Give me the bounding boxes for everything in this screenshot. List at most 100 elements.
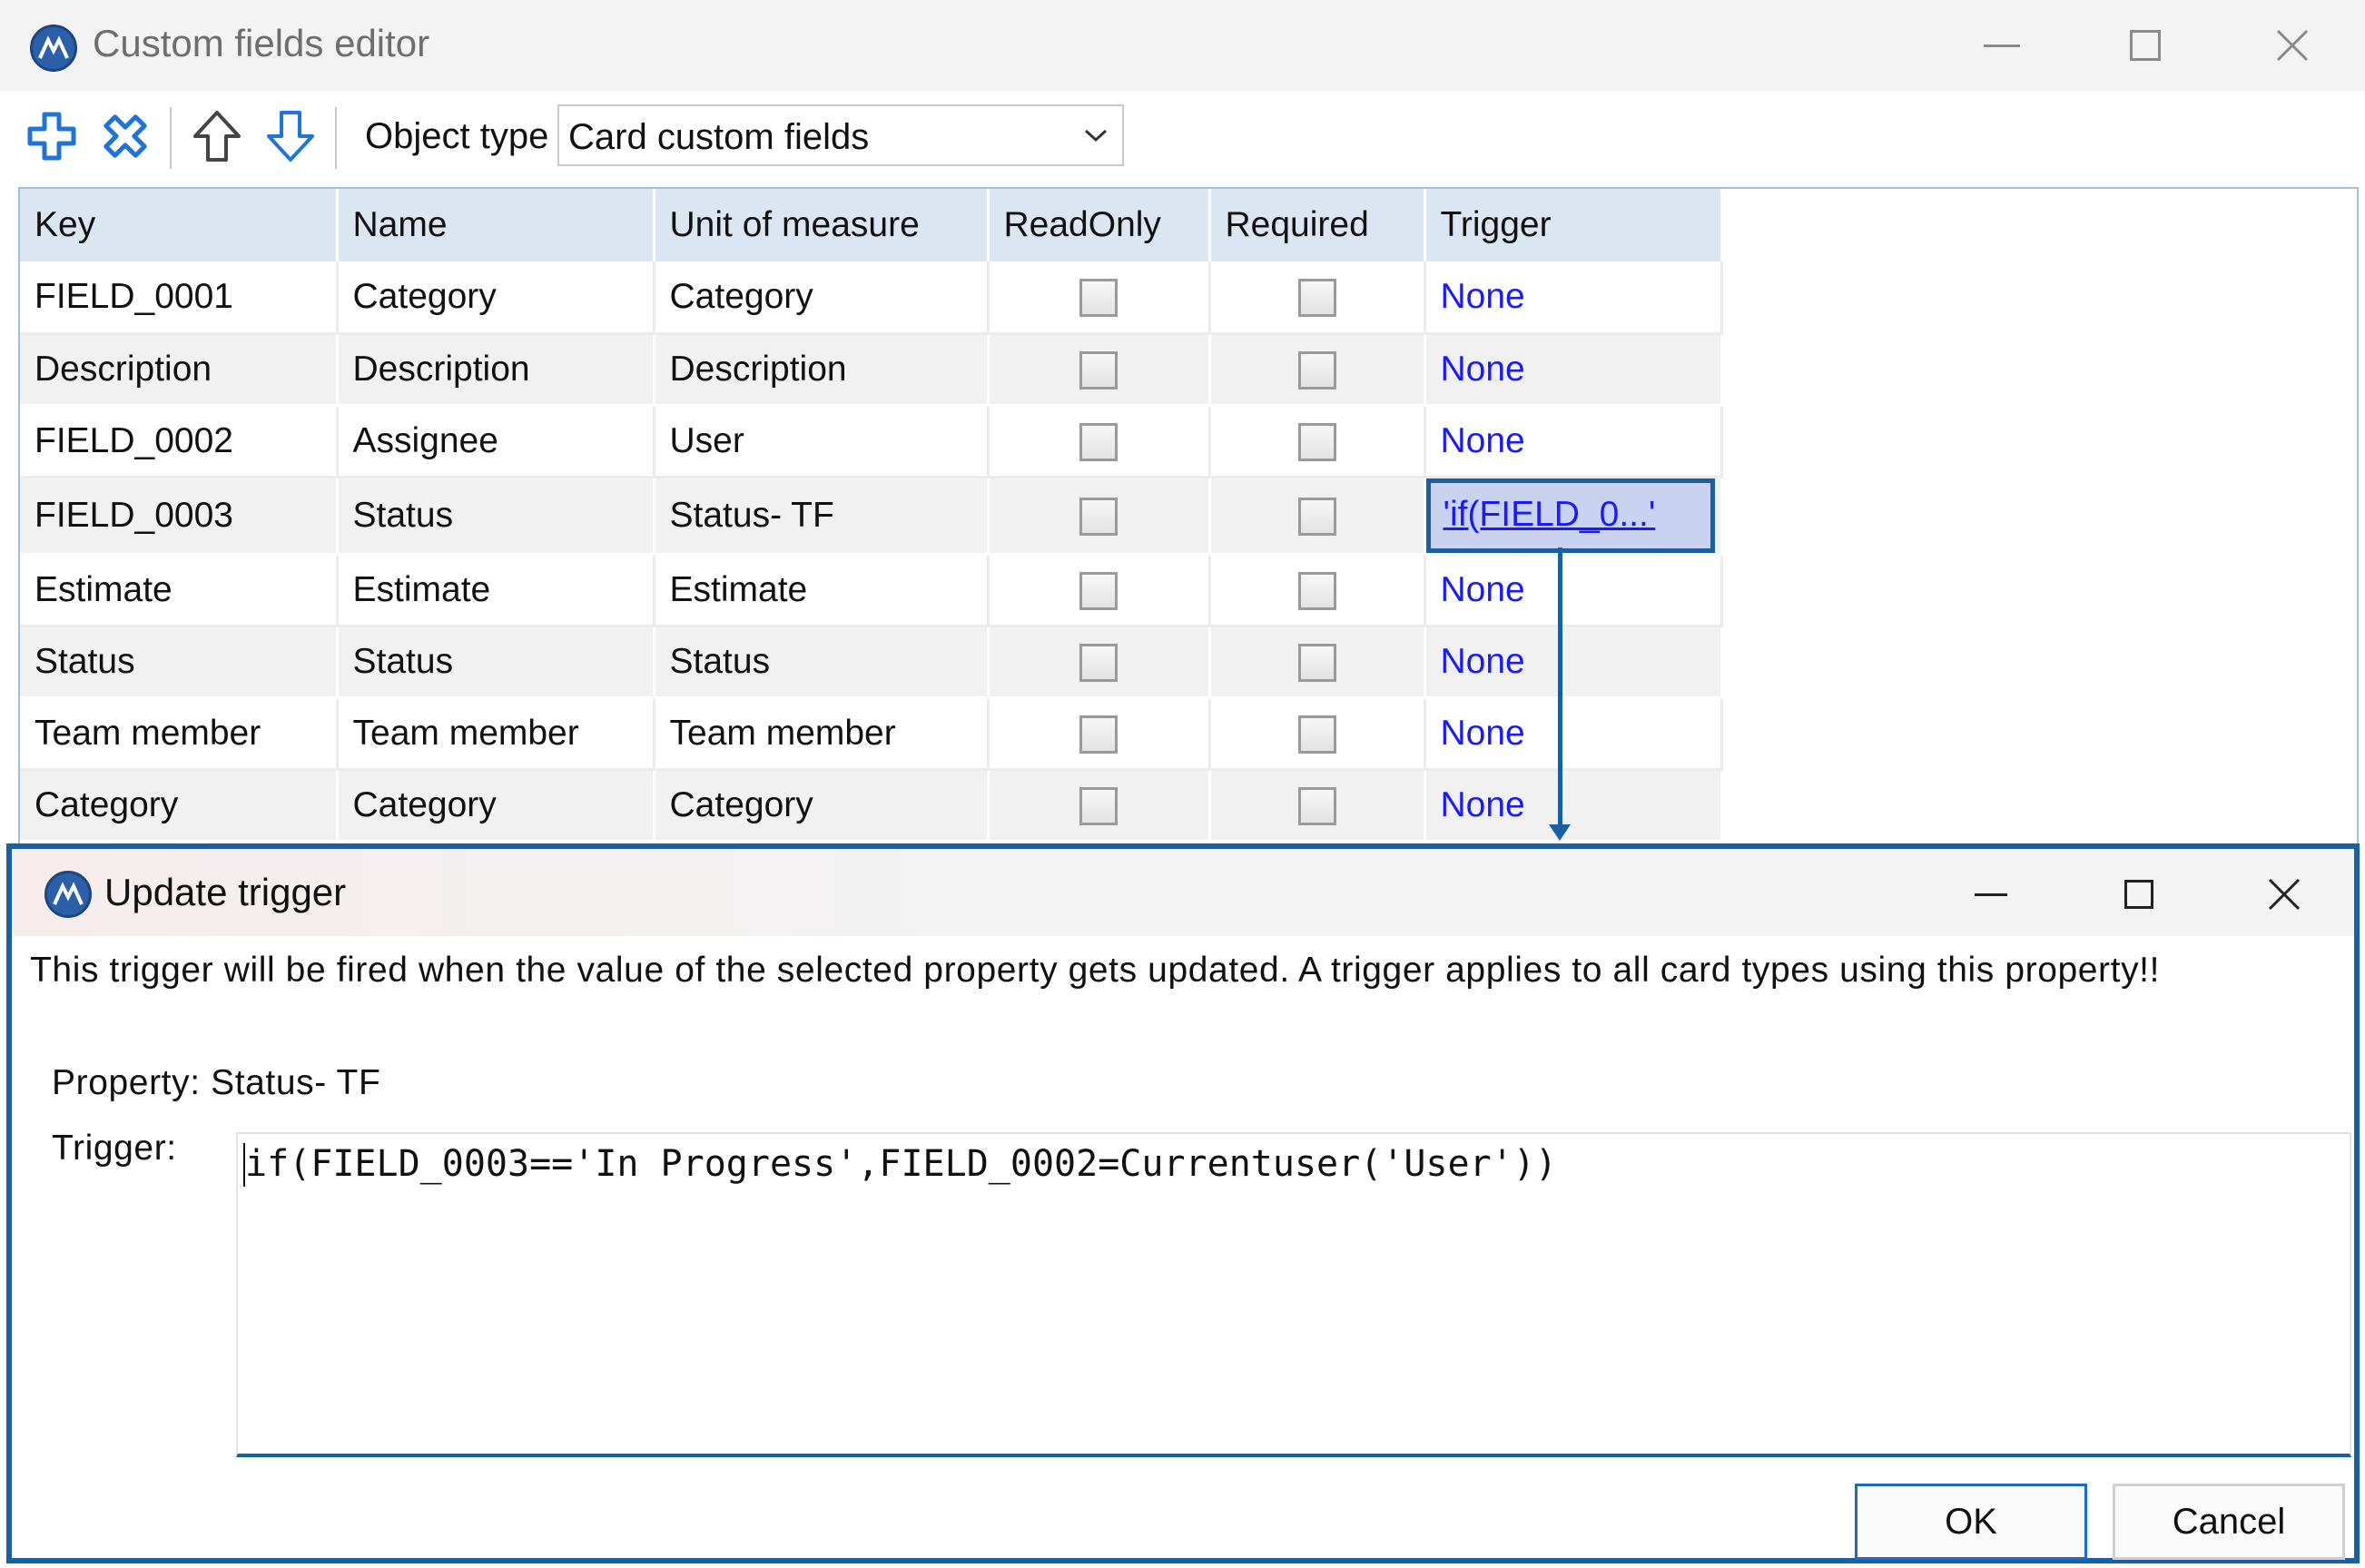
readonly-checkbox[interactable]: [1079, 422, 1118, 461]
custom-fields-editor-window: Custom fields editor Object type Card cu…: [0, 0, 2365, 1568]
cell-unit[interactable]: Category: [654, 261, 990, 335]
cell-unit[interactable]: Category: [654, 769, 990, 843]
readonly-checkbox[interactable]: [1079, 643, 1118, 682]
dialog-close-button[interactable]: [2216, 858, 2352, 931]
delete-field-button[interactable]: [98, 107, 153, 165]
readonly-checkbox[interactable]: [1079, 715, 1118, 754]
column-header-readonly[interactable]: ReadOnly: [988, 189, 1211, 261]
cell-key[interactable]: Team member: [20, 697, 339, 771]
cell-trigger[interactable]: None: [1424, 405, 1723, 478]
maximize-button[interactable]: [2077, 9, 2213, 82]
cell-readonly: [988, 477, 1211, 556]
cell-unit[interactable]: Status- TF: [654, 477, 990, 556]
dialog-title: Update trigger: [104, 871, 347, 913]
trigger-expression-text: if(FIELD_0003=='In Progress',FIELD_0002=…: [245, 1143, 1557, 1185]
required-checkbox[interactable]: [1297, 643, 1336, 682]
object-type-value: Card custom fields: [568, 117, 870, 157]
column-header-required[interactable]: Required: [1209, 189, 1426, 261]
trigger-link[interactable]: 'if(FIELD_0...': [1425, 478, 1715, 551]
required-checkbox[interactable]: [1297, 497, 1336, 536]
toolbar: [0, 91, 2365, 186]
cell-readonly: [988, 626, 1211, 699]
object-type-dropdown[interactable]: Card custom fields: [557, 104, 1124, 166]
table-row[interactable]: FIELD_0003 Status Status- TF 'if(FIELD_0…: [20, 477, 1723, 556]
table-row[interactable]: FIELD_0001 Category Category None: [20, 261, 1723, 335]
move-down-button[interactable]: [263, 107, 318, 165]
cell-key[interactable]: Description: [20, 333, 339, 407]
cell-required: [1209, 697, 1426, 771]
table-row[interactable]: Description Description Description None: [20, 333, 1723, 407]
cell-trigger[interactable]: None: [1424, 554, 1723, 627]
cell-name[interactable]: Status: [337, 477, 655, 556]
property-label: Property:: [52, 1063, 201, 1102]
minimize-button[interactable]: [1934, 9, 2070, 82]
required-checkbox[interactable]: [1297, 715, 1336, 754]
cell-key[interactable]: FIELD_0002: [20, 405, 339, 478]
cell-key[interactable]: Status: [20, 626, 339, 699]
close-button[interactable]: [2224, 9, 2360, 82]
property-row: Property: Status- TF: [52, 1063, 380, 1103]
required-checkbox[interactable]: [1297, 786, 1336, 825]
readonly-checkbox[interactable]: [1079, 571, 1118, 610]
cell-trigger-selected[interactable]: 'if(FIELD_0...': [1424, 477, 1723, 556]
callout-connector-line: [1558, 547, 1562, 833]
cell-name[interactable]: Category: [337, 769, 655, 843]
cell-key[interactable]: Category: [20, 769, 339, 843]
cancel-button[interactable]: Cancel: [2113, 1484, 2345, 1560]
required-checkbox[interactable]: [1297, 350, 1336, 390]
table-row[interactable]: Status Status Status None: [20, 626, 1723, 699]
cell-trigger[interactable]: None: [1424, 697, 1723, 771]
dialog-minimize-button[interactable]: [1923, 858, 2059, 931]
cell-trigger[interactable]: None: [1424, 769, 1723, 843]
cell-unit[interactable]: User: [654, 405, 990, 478]
move-up-button[interactable]: [190, 107, 244, 165]
required-checkbox[interactable]: [1297, 571, 1336, 610]
table-row[interactable]: Estimate Estimate Estimate None: [20, 554, 1723, 627]
cell-unit[interactable]: Estimate: [654, 554, 990, 627]
trigger-expression-input[interactable]: if(FIELD_0003=='In Progress',FIELD_0002=…: [236, 1132, 2351, 1457]
delete-icon: [103, 114, 147, 158]
cell-name[interactable]: Description: [337, 333, 655, 407]
required-checkbox[interactable]: [1297, 279, 1336, 318]
dialog-maximize-button[interactable]: [2071, 858, 2207, 931]
table-row[interactable]: FIELD_0002 Assignee User None: [20, 405, 1723, 478]
cell-unit[interactable]: Team member: [654, 697, 990, 771]
column-header-name[interactable]: Name: [337, 189, 655, 261]
cell-trigger[interactable]: None: [1424, 626, 1723, 699]
cell-name[interactable]: Team member: [337, 697, 655, 771]
required-checkbox[interactable]: [1297, 422, 1336, 461]
cell-name[interactable]: Status: [337, 626, 655, 699]
cell-required: [1209, 626, 1426, 699]
fields-table: Key Name Unit of measure ReadOnly Requir…: [20, 189, 1723, 843]
cell-name[interactable]: Assignee: [337, 405, 655, 478]
table-row[interactable]: Team member Team member Team member None: [20, 697, 1723, 771]
column-header-unit[interactable]: Unit of measure: [654, 189, 990, 261]
cell-unit[interactable]: Description: [654, 333, 990, 407]
close-icon: [2268, 878, 2301, 911]
cell-readonly: [988, 333, 1211, 407]
column-header-trigger[interactable]: Trigger: [1424, 189, 1723, 261]
add-field-button[interactable]: [25, 107, 79, 165]
cell-name[interactable]: Estimate: [337, 554, 655, 627]
readonly-checkbox[interactable]: [1079, 497, 1118, 536]
cell-trigger[interactable]: None: [1424, 333, 1723, 407]
cell-readonly: [988, 405, 1211, 478]
arrow-down-icon: [267, 111, 314, 162]
readonly-checkbox[interactable]: [1079, 279, 1118, 318]
cell-readonly: [988, 261, 1211, 335]
table-row[interactable]: Category Category Category None: [20, 769, 1723, 843]
cell-key[interactable]: FIELD_0001: [20, 261, 339, 335]
readonly-checkbox[interactable]: [1079, 786, 1118, 825]
column-header-key[interactable]: Key: [20, 189, 339, 261]
cell-key[interactable]: FIELD_0003: [20, 477, 339, 556]
plus-icon: [27, 112, 76, 161]
cell-unit[interactable]: Status: [654, 626, 990, 699]
toolbar-separator: [335, 107, 337, 169]
ok-button[interactable]: OK: [1855, 1484, 2087, 1560]
maximize-icon: [2130, 30, 2161, 61]
readonly-checkbox[interactable]: [1079, 350, 1118, 390]
app-logo-icon: [44, 871, 92, 918]
cell-trigger[interactable]: None: [1424, 261, 1723, 335]
cell-key[interactable]: Estimate: [20, 554, 339, 627]
cell-name[interactable]: Category: [337, 261, 655, 335]
